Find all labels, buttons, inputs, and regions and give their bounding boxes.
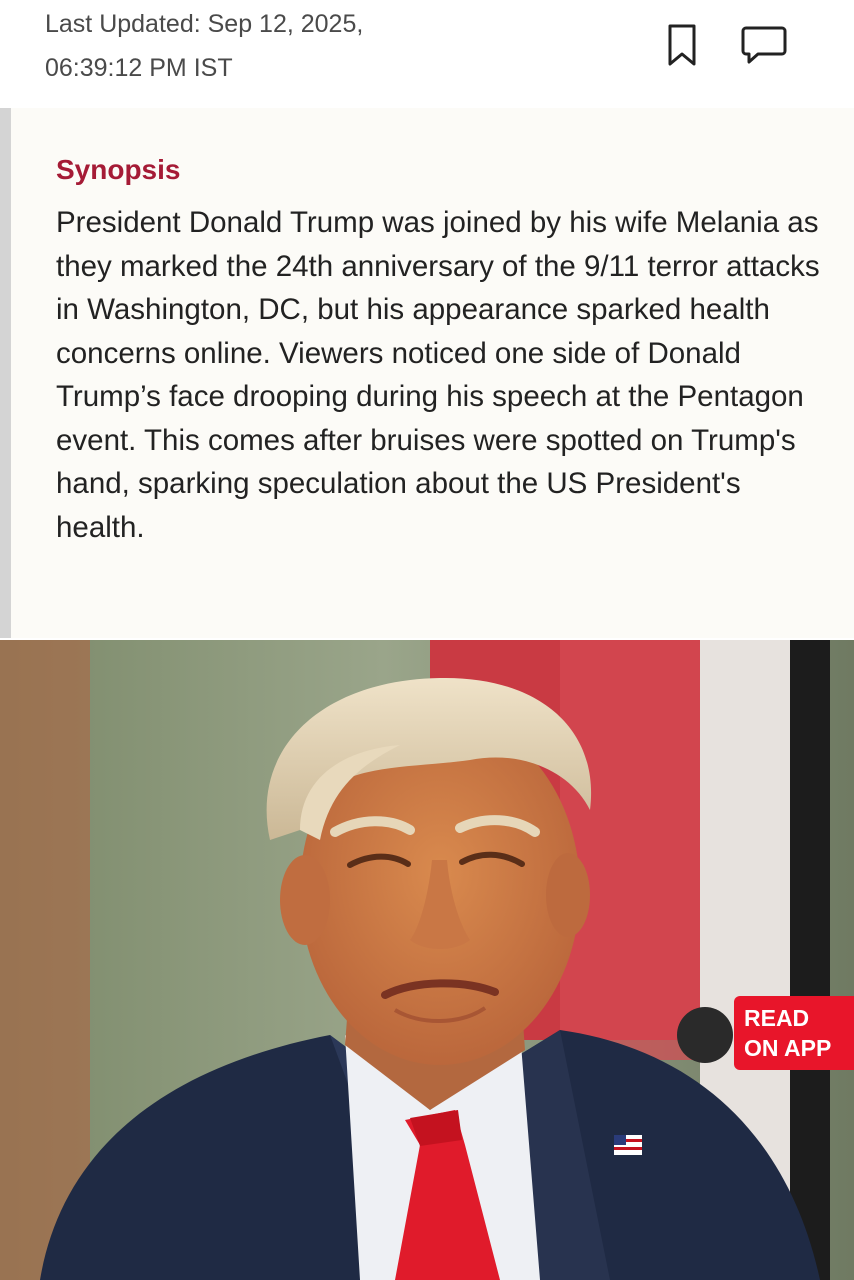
synopsis-box: Synopsis President Donald Trump was join… xyxy=(0,108,854,638)
read-on-app-line2: ON APP xyxy=(744,1035,832,1061)
last-updated: Last Updated: Sep 12, 2025, 06:39:12 PM … xyxy=(45,2,605,90)
last-updated-date: Last Updated: Sep 12, 2025, xyxy=(45,10,364,38)
last-updated-time: 06:39:12 PM IST xyxy=(45,54,233,82)
article-photo xyxy=(0,640,854,1280)
synopsis-accent-bar xyxy=(0,108,11,638)
comment-icon[interactable] xyxy=(741,22,787,68)
article-header: Last Updated: Sep 12, 2025, 06:39:12 PM … xyxy=(0,0,854,108)
synopsis-title: Synopsis xyxy=(56,154,181,185)
synopsis-text: President Donald Trump was joined by his… xyxy=(56,206,820,544)
read-on-app-line1: READ xyxy=(744,1005,810,1031)
read-on-app-button[interactable]: READ ON APP xyxy=(734,996,854,1070)
portrait-illustration xyxy=(0,640,854,1280)
bookmark-icon[interactable] xyxy=(659,22,705,68)
